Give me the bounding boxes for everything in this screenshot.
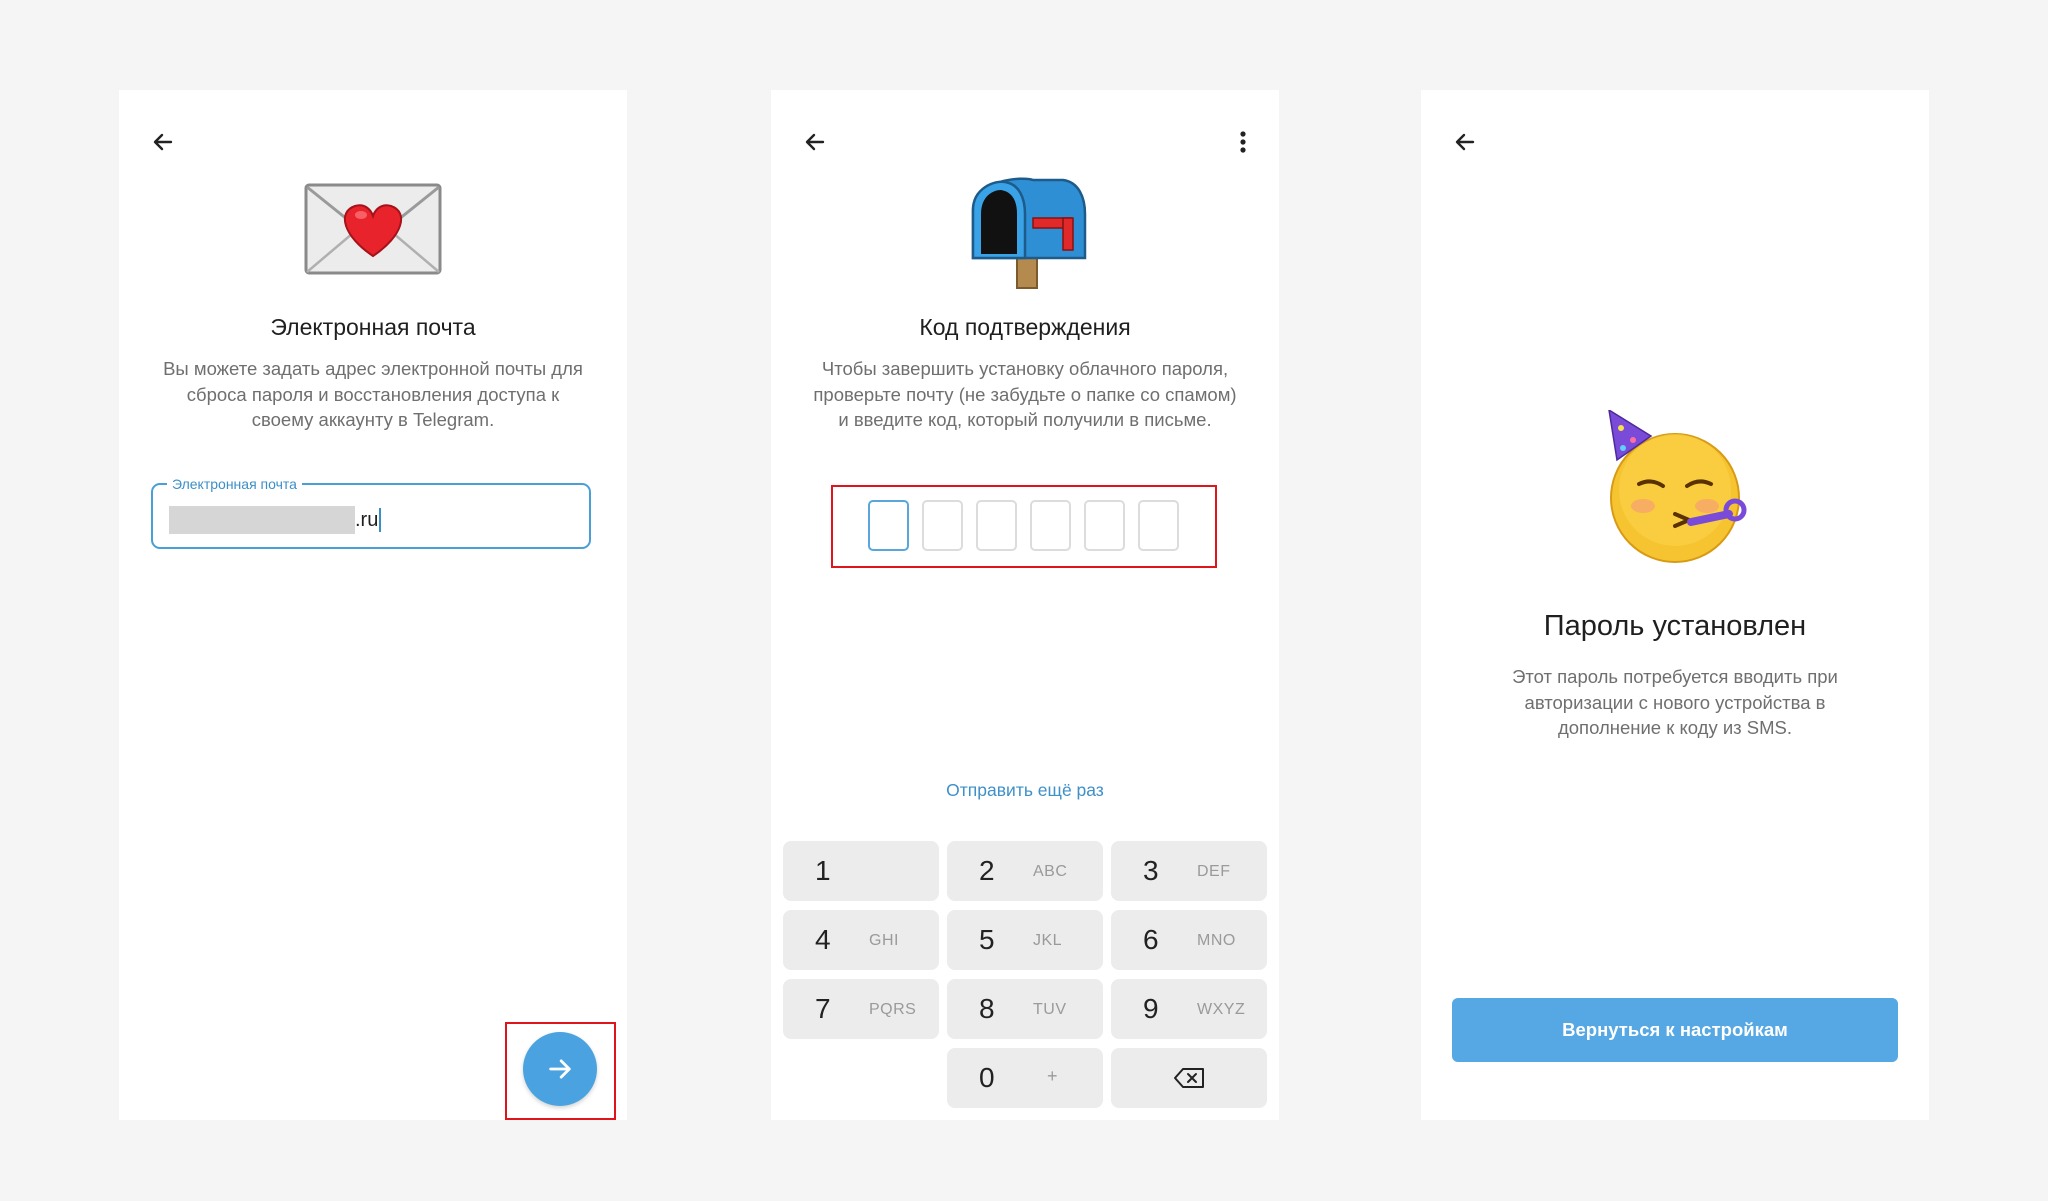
code-digit-input[interactable] — [976, 500, 1017, 551]
back-button[interactable] — [793, 120, 837, 164]
key-letters: JKL — [1033, 932, 1063, 949]
verification-code-screen: Код подтверждения Чтобы завершить устано… — [771, 90, 1279, 1120]
arrow-left-icon — [153, 133, 173, 151]
mailbox-icon — [771, 170, 1279, 290]
key-1[interactable]: 1 — [783, 841, 939, 901]
key-7[interactable]: 7 PQRS — [783, 979, 939, 1039]
redacted-email-part — [169, 506, 355, 534]
key-digit: 9 — [1143, 993, 1159, 1024]
page-description: Чтобы завершить установку облачного паро… — [813, 358, 1237, 430]
key-letters: MNO — [1197, 932, 1236, 949]
email-field-value[interactable]: .ru — [169, 505, 382, 535]
code-digit-input[interactable] — [868, 500, 909, 551]
back-button[interactable] — [141, 120, 185, 164]
key-letters: GHI — [869, 932, 899, 949]
resend-code-link[interactable]: Отправить ещё раз — [771, 780, 1279, 801]
key-digit: 5 — [979, 924, 995, 955]
key-letters: PQRS — [869, 1001, 917, 1018]
arrow-left-icon — [1455, 133, 1475, 151]
key-digit: 7 — [815, 993, 831, 1024]
backspace-key[interactable] — [1111, 1048, 1267, 1108]
key-2[interactable]: 2 ABC — [947, 841, 1103, 901]
page-title: Пароль установлен — [1543, 610, 1807, 642]
email-field[interactable]: Электронная почта .ru — [151, 475, 591, 549]
key-letters: + — [1047, 1066, 1059, 1086]
next-button[interactable] — [523, 1032, 597, 1106]
email-domain-suffix: .ru — [355, 508, 379, 531]
password-set-screen: Пароль установлен Этот пароль потребуетс… — [1421, 90, 1929, 1120]
key-letters: WXYZ — [1197, 1001, 1246, 1018]
key-5[interactable]: 5 JKL — [947, 910, 1103, 970]
code-digit-input[interactable] — [922, 500, 963, 551]
key-6[interactable]: 6 MNO — [1111, 910, 1267, 970]
more-options-button[interactable] — [1225, 120, 1261, 164]
key-digit: 4 — [815, 924, 831, 955]
key-0[interactable]: 0 + — [947, 1048, 1103, 1108]
back-button[interactable] — [1443, 120, 1487, 164]
key-digit: 8 — [979, 993, 995, 1024]
text-caret — [379, 508, 382, 532]
page-description: Этот пароль потребуется вводить при авто… — [1512, 666, 1838, 738]
email-screen: Электронная почта Вы можете задать адрес… — [119, 90, 627, 1120]
code-digit-input[interactable] — [1084, 500, 1125, 551]
page-description: Вы можете задать адрес электронной почты… — [163, 358, 583, 430]
key-digit: 3 — [1143, 855, 1159, 886]
envelope-heart-icon — [119, 182, 627, 276]
email-field-label: Электронная почта — [167, 475, 302, 493]
party-face-icon — [1421, 410, 1929, 570]
page-title: Электронная почта — [270, 314, 476, 340]
key-letters: TUV — [1033, 1001, 1067, 1018]
key-3[interactable]: 3 DEF — [1111, 841, 1267, 901]
key-8[interactable]: 8 TUV — [947, 979, 1103, 1039]
back-to-settings-button[interactable]: Вернуться к настройкам — [1452, 998, 1898, 1062]
key-9[interactable]: 9 WXYZ — [1111, 979, 1267, 1039]
key-digit: 1 — [815, 855, 831, 886]
code-digit-input[interactable] — [1138, 500, 1179, 551]
key-letters: ABC — [1033, 863, 1068, 880]
key-digit: 2 — [979, 855, 995, 886]
key-digit: 6 — [1143, 924, 1159, 955]
more-vertical-icon — [1240, 131, 1246, 153]
backspace-icon — [1174, 1068, 1204, 1088]
key-4[interactable]: 4 GHI — [783, 910, 939, 970]
code-digit-input[interactable] — [1030, 500, 1071, 551]
page-title: Код подтверждения — [919, 314, 1131, 340]
code-input-row — [868, 500, 1179, 551]
arrow-right-icon — [549, 1059, 571, 1079]
arrow-left-icon — [805, 133, 825, 151]
key-letters: DEF — [1197, 863, 1231, 880]
key-digit: 0 — [979, 1062, 995, 1093]
